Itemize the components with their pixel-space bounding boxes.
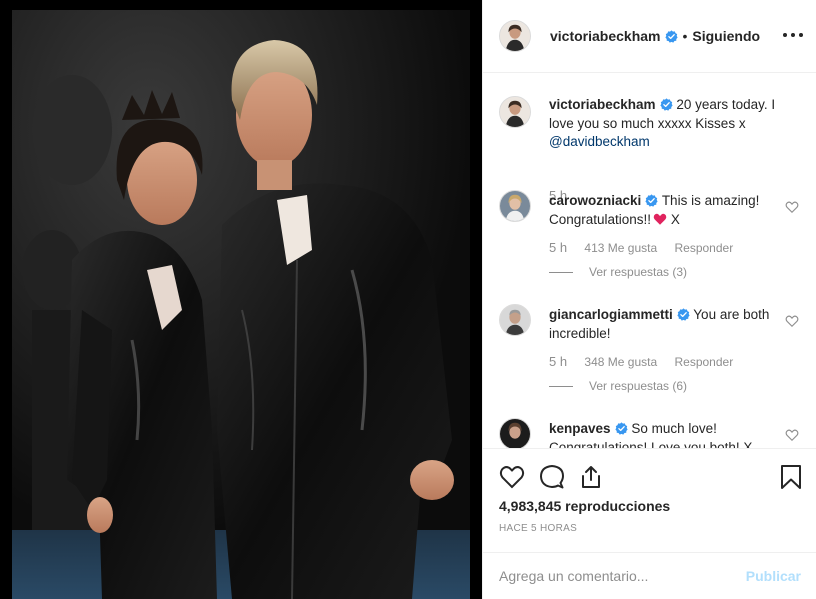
- comments-list[interactable]: victoriabeckham 20 years today. I love y…: [483, 74, 816, 448]
- comment-time[interactable]: 5 h: [549, 240, 567, 255]
- bookmark-icon[interactable]: [778, 464, 804, 490]
- replies-divider-line: [549, 385, 573, 387]
- more-dot: [799, 33, 803, 37]
- commenter-avatar[interactable]: [499, 190, 531, 222]
- post-header: victoriabeckham • Siguiendo: [483, 0, 816, 73]
- comment-username[interactable]: giancarlogiammetti: [549, 307, 673, 322]
- comment-username[interactable]: kenpaves: [549, 421, 611, 436]
- view-replies-link[interactable]: Ver respuestas (3): [549, 265, 687, 279]
- views-count[interactable]: 4,983,845 reproducciones: [499, 498, 670, 514]
- replies-divider-line: [549, 271, 573, 273]
- commenter-avatar-image: [500, 191, 530, 221]
- comment-item: kenpaves So much love! Congratulations! …: [499, 418, 799, 448]
- comment-meta: 5 h 413 Me gusta Responder: [549, 240, 733, 255]
- commenter-avatar[interactable]: [499, 418, 531, 448]
- following-button[interactable]: Siguiendo: [692, 28, 760, 44]
- post-caption: victoriabeckham 20 years today. I love y…: [499, 96, 799, 203]
- commenter-avatar-image: [500, 305, 530, 335]
- comment-time[interactable]: 5 h: [549, 354, 567, 369]
- comment-likes[interactable]: 348 Me gusta: [584, 355, 657, 369]
- publish-button[interactable]: Publicar: [746, 568, 801, 584]
- small-heart-icon[interactable]: [785, 314, 799, 328]
- reply-button[interactable]: Responder: [674, 355, 733, 369]
- author-avatar-image: [500, 21, 530, 51]
- comment-username[interactable]: carowozniacki: [549, 193, 641, 208]
- caption-text-block: victoriabeckham 20 years today. I love y…: [549, 96, 777, 152]
- more-dot: [791, 33, 795, 37]
- comment-text-block: carowozniacki This is amazing! Congratul…: [549, 192, 777, 229]
- post-photo-illustration: [12, 10, 470, 599]
- comment-meta: 5 h 348 Me gusta Responder: [549, 354, 733, 369]
- reply-button[interactable]: Responder: [674, 241, 733, 255]
- add-comment-bar: Publicar: [483, 552, 816, 599]
- commenter-avatar-image: [500, 419, 530, 448]
- caption-username[interactable]: victoriabeckham: [549, 97, 656, 112]
- red-heart-emoji: [653, 213, 667, 225]
- verified-badge-icon: [645, 194, 658, 207]
- comment-text-block: giancarlogiammetti You are both incredib…: [549, 306, 777, 343]
- heart-outline-icon[interactable]: [499, 464, 525, 490]
- comment-bubble-icon[interactable]: [539, 464, 565, 490]
- comment-likes[interactable]: 413 Me gusta: [584, 241, 657, 255]
- post-timestamp[interactable]: HACE 5 HORAS: [499, 523, 577, 534]
- author-username[interactable]: victoriabeckham: [550, 28, 661, 44]
- more-dot: [783, 33, 787, 37]
- caption-author-avatar-image: [500, 97, 530, 127]
- small-heart-icon[interactable]: [785, 200, 799, 214]
- verified-badge-icon: [659, 98, 673, 111]
- view-replies-label: Ver respuestas (3): [589, 265, 688, 279]
- comment-item: carowozniacki This is amazing! Congratul…: [499, 190, 799, 290]
- view-replies-link[interactable]: Ver respuestas (6): [549, 379, 687, 393]
- share-upload-icon[interactable]: [578, 464, 604, 490]
- author-avatar[interactable]: [499, 20, 531, 52]
- verified-badge-icon: [614, 422, 628, 435]
- verified-badge-icon: [664, 29, 678, 43]
- post-actions-section: 4,983,845 reproducciones HACE 5 HORAS Pu…: [483, 448, 816, 598]
- post-side-panel: victoriabeckham • Siguiendo victoriabeck…: [482, 0, 816, 599]
- post-media-container: [0, 0, 482, 599]
- caption-mention-link[interactable]: @davidbeckham: [549, 134, 650, 149]
- post-photo[interactable]: [12, 10, 470, 599]
- comment-item: giancarlogiammetti You are both incredib…: [499, 304, 799, 404]
- view-replies-label: Ver respuestas (6): [589, 379, 688, 393]
- caption-author-avatar[interactable]: [499, 96, 531, 128]
- commenter-avatar[interactable]: [499, 304, 531, 336]
- comment-input[interactable]: [499, 568, 746, 584]
- header-separator: •: [682, 28, 688, 44]
- small-heart-icon[interactable]: [785, 428, 799, 442]
- more-options-icon[interactable]: [783, 27, 803, 43]
- comment-suffix: X: [667, 211, 680, 227]
- verified-badge-icon: [677, 308, 690, 321]
- comment-text-block: kenpaves So much love! Congratulations! …: [549, 420, 777, 448]
